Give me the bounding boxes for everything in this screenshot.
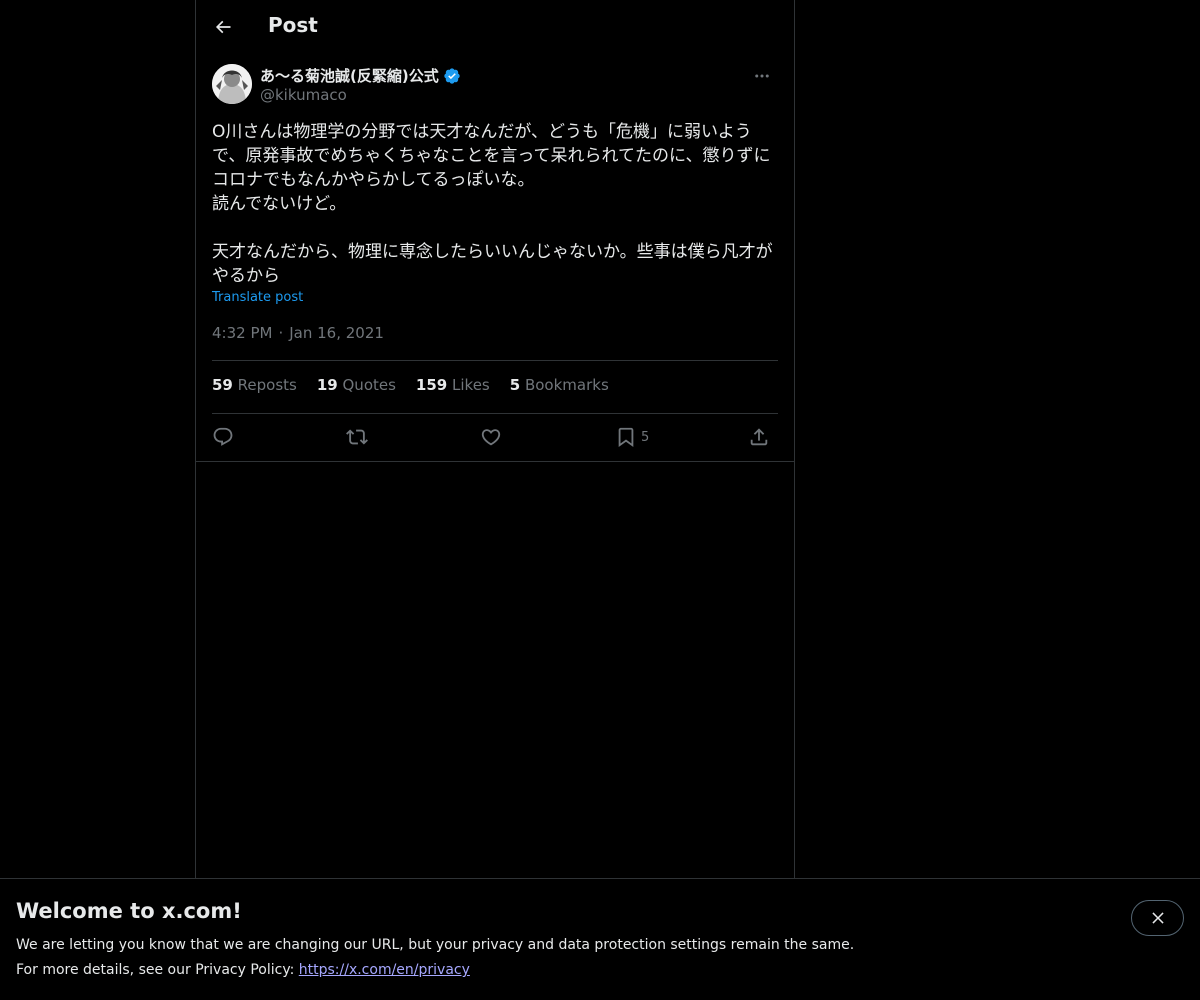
post-line: コロナでもなんかやらかしてるっぽいな。: [212, 170, 535, 190]
post-line-blank: [212, 216, 778, 240]
post-timestamp: 4:32 PM · Jan 16, 2021: [212, 324, 384, 342]
timestamp-separator: ·: [278, 324, 284, 342]
share-button[interactable]: [748, 424, 770, 450]
reposts-count: 59: [212, 376, 233, 394]
post-line: で、原発事故でめちゃくちゃなことを言って呆れられてたのに、懲りずに: [212, 146, 771, 166]
bookmark-count: 5: [641, 429, 650, 445]
privacy-policy-link[interactable]: https://x.com/en/privacy: [299, 962, 470, 978]
banner-title: Welcome to x.com!: [16, 899, 242, 923]
author-display-name: あ〜る菊池誠(反緊縮)公式: [260, 67, 439, 85]
quotes-count: 19: [316, 376, 338, 394]
post-actions: 5: [212, 424, 778, 450]
repost-icon: [346, 429, 368, 445]
page-title: Post: [268, 13, 318, 37]
more-options-button[interactable]: [746, 64, 778, 88]
bookmarks-label: Bookmarks: [524, 376, 609, 394]
url-change-banner: Welcome to x.com! We are letting you kno…: [0, 878, 1200, 1000]
close-icon: [1151, 912, 1164, 924]
banner-message: We are letting you know that we are chan…: [16, 937, 855, 953]
post-text: O川さんは物理学の分野では天才なんだが、どうも「危機」に弱いよう で、原発事故で…: [212, 120, 778, 288]
bookmarks-count: 5: [509, 376, 521, 394]
post-author: あ〜る菊池誠(反緊縮)公式 @kikumaco: [212, 64, 778, 108]
post-date[interactable]: Jan 16, 2021: [289, 324, 384, 342]
translate-post-link[interactable]: Translate post: [212, 290, 303, 305]
author-handle[interactable]: @kikumaco: [260, 86, 347, 104]
repost-button[interactable]: [346, 424, 368, 450]
primary-column: Post あ〜る菊池誠(反緊縮)公式 @kikumaco O川さんは物理学の分野…: [195, 0, 795, 1000]
heart-icon: [481, 429, 501, 446]
arrow-left-icon: [215, 20, 231, 34]
post-line: やるから: [212, 266, 280, 286]
banner-privacy-line: For more details, see our Privacy Policy…: [16, 962, 470, 978]
likes-stat[interactable]: 159 Likes: [416, 376, 490, 394]
likes-count: 159: [415, 376, 448, 394]
author-name[interactable]: あ〜る菊池誠(反緊縮)公式: [260, 65, 461, 86]
like-button[interactable]: [480, 424, 502, 450]
more-horizontal-icon: [755, 74, 769, 78]
back-button[interactable]: [206, 10, 240, 44]
reposts-label: Reposts: [237, 376, 297, 394]
likes-label: Likes: [452, 376, 490, 394]
reply-icon: [213, 427, 233, 446]
bookmarks-stat[interactable]: 5 Bookmarks: [510, 376, 609, 394]
reply-button[interactable]: [212, 424, 234, 450]
avatar[interactable]: [212, 64, 252, 104]
post-line: 天才なんだから、物理に専念したらいいんじゃないか。些事は僕ら凡才が: [212, 242, 773, 262]
share-icon: [750, 428, 768, 446]
divider: [212, 360, 778, 361]
quotes-label: Quotes: [342, 376, 396, 394]
post-stats: 59 Reposts 19 Quotes 159 Likes 5 Bookmar…: [212, 376, 609, 394]
bookmark-button[interactable]: 5: [615, 424, 649, 450]
banner-close-button[interactable]: [1131, 900, 1184, 936]
post-line: 読んでないけど。: [212, 194, 347, 214]
quotes-stat[interactable]: 19 Quotes: [317, 376, 396, 394]
verified-badge-icon: [443, 67, 461, 85]
post-bottom-border: [196, 461, 794, 462]
reposts-stat[interactable]: 59 Reposts: [212, 376, 297, 394]
bookmark-icon: [618, 427, 634, 448]
post-line: O川さんは物理学の分野では天才なんだが、どうも「危機」に弱いよう: [212, 122, 752, 142]
page-header: Post: [196, 0, 794, 54]
banner-privacy-prefix: For more details, see our Privacy Policy…: [16, 962, 299, 978]
post-time[interactable]: 4:32 PM: [212, 324, 272, 342]
divider: [212, 413, 778, 414]
